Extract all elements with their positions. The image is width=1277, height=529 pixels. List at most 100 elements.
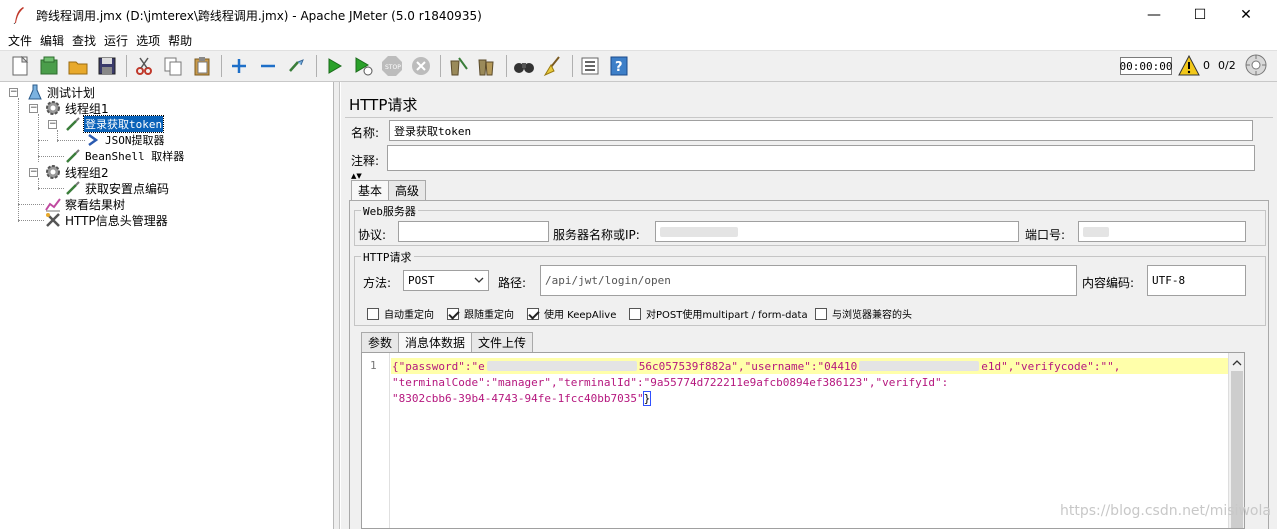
- menu-edit[interactable]: 编辑: [40, 32, 64, 49]
- split-pane-divider[interactable]: [334, 82, 340, 529]
- expand-icon[interactable]: [227, 54, 251, 78]
- reset-search-broom-icon[interactable]: [541, 54, 565, 78]
- menu-search[interactable]: 查找: [72, 32, 96, 49]
- multipart-checkbox[interactable]: 对POST使用multipart / form-data: [629, 306, 808, 321]
- shutdown-icon[interactable]: [409, 54, 433, 78]
- templates-icon[interactable]: [37, 54, 61, 78]
- tree-item-json-extractor[interactable]: JSON提取器: [84, 132, 166, 148]
- maximize-button[interactable]: ☐: [1177, 0, 1223, 30]
- browser-compatible-headers-checkbox[interactable]: 与浏览器兼容的头: [815, 306, 912, 321]
- tree-item-label: 察看结果树: [65, 197, 126, 212]
- auto-redirect-checkbox[interactable]: 自动重定向: [367, 306, 434, 321]
- svg-text:?: ?: [615, 60, 623, 75]
- code-line-3: "8302cbb6-39b4-4743-94fe-1fcc40bb7035"}: [391, 390, 652, 406]
- window-title: 跨线程调用.jmx (D:\jmterex\跨线程调用.jmx) - Apach…: [36, 8, 482, 23]
- tree-item-thread-group-2[interactable]: 线程组2: [44, 164, 110, 180]
- tree-item-label: HTTP信息头管理器: [65, 213, 168, 228]
- watermark: https://blog.csdn.net/misiwola: [1060, 503, 1271, 519]
- minimize-button[interactable]: —: [1131, 0, 1177, 30]
- warning-count: 0: [1203, 59, 1210, 72]
- tree-expander-test-plan[interactable]: −: [9, 88, 18, 97]
- stop-icon[interactable]: STOP: [380, 54, 404, 78]
- checkbox-box: [527, 307, 539, 320]
- comment-input[interactable]: [387, 145, 1255, 171]
- close-button[interactable]: ✕: [1223, 0, 1269, 30]
- encoding-input[interactable]: UTF-8: [1147, 265, 1246, 296]
- encoding-label: 内容编码:: [1082, 276, 1135, 290]
- open-icon[interactable]: [66, 54, 90, 78]
- svg-text:STOP: STOP: [385, 64, 401, 71]
- checkbox-box: [367, 307, 379, 320]
- collapse-icon[interactable]: [256, 54, 280, 78]
- code-fragment: {"password":"e: [392, 359, 485, 373]
- test-plan-tree: − 测试计划 − 线程组1 − 登录获取token JSON提取器 BeanSh…: [0, 82, 334, 529]
- clear-all-icon[interactable]: [475, 54, 499, 78]
- menu-help[interactable]: 帮助: [168, 32, 192, 49]
- wrench-config-icon: [44, 212, 62, 228]
- pipette-sampler-icon: [64, 148, 82, 164]
- start-no-timers-icon[interactable]: [351, 54, 375, 78]
- toggle-icon[interactable]: [285, 54, 309, 78]
- tree-item-view-results-tree[interactable]: 察看结果树: [44, 196, 126, 212]
- copy-icon[interactable]: [161, 54, 185, 78]
- warning-icon[interactable]: [1178, 54, 1200, 77]
- checkbox-label: 使用 KeepAlive: [544, 310, 617, 321]
- menu-bar: 文件 编辑 查找 运行 选项 帮助: [0, 30, 1277, 50]
- code-line-2: "terminalCode":"manager","terminalId":"9…: [391, 374, 948, 390]
- extractor-arrow-icon: [84, 132, 102, 148]
- menu-run[interactable]: 运行: [104, 32, 128, 49]
- save-icon[interactable]: [95, 54, 119, 78]
- tab-basic[interactable]: 基本: [351, 180, 390, 200]
- path-input[interactable]: /api/jwt/login/open: [540, 265, 1077, 296]
- chart-listener-icon: [44, 196, 62, 212]
- tree-expander-thread-group-2[interactable]: −: [29, 168, 38, 177]
- tree-item-beanshell-sampler[interactable]: BeanShell 取样器: [64, 148, 185, 164]
- cut-icon[interactable]: [132, 54, 156, 78]
- method-value: POST: [408, 274, 435, 287]
- redacted-text: [859, 361, 980, 371]
- editor-scrollbar[interactable]: [1228, 353, 1244, 528]
- tab-body-data[interactable]: 消息体数据: [398, 332, 473, 352]
- method-select[interactable]: POST: [403, 270, 489, 291]
- protocol-input[interactable]: [398, 221, 549, 242]
- tab-files-upload[interactable]: 文件上传: [471, 332, 534, 352]
- checkbox-box: [447, 307, 459, 320]
- menu-file[interactable]: 文件: [8, 32, 32, 49]
- code-fragment: 56c057539f882a","username":"04410: [638, 359, 858, 373]
- tab-parameters[interactable]: 参数: [361, 332, 400, 352]
- tab-advanced[interactable]: 高级: [388, 180, 427, 200]
- collapse-arrows-icon[interactable]: ▲▼: [351, 172, 362, 180]
- tree-expander-thread-group-1[interactable]: −: [29, 104, 38, 113]
- server-input[interactable]: [655, 221, 1019, 242]
- name-input[interactable]: 登录获取token: [389, 120, 1253, 141]
- remote-globe-icon[interactable]: [1244, 53, 1268, 77]
- menu-options[interactable]: 选项: [136, 32, 160, 49]
- tree-item-http-header-manager[interactable]: HTTP信息头管理器: [44, 212, 169, 228]
- tree-item-test-plan[interactable]: 测试计划: [26, 84, 96, 100]
- gear-icon: [44, 164, 62, 180]
- tree-expander-login-token[interactable]: −: [48, 120, 57, 129]
- tree-item-get-placement-code[interactable]: 获取安置点编码: [64, 180, 170, 196]
- help-icon[interactable]: ?: [607, 54, 631, 78]
- paste-icon[interactable]: [190, 54, 214, 78]
- checkbox-label: 跟随重定向: [464, 310, 514, 321]
- clear-icon[interactable]: [446, 54, 470, 78]
- search-binoculars-icon[interactable]: [512, 54, 536, 78]
- port-input[interactable]: [1078, 221, 1246, 242]
- keepalive-checkbox[interactable]: 使用 KeepAlive: [527, 306, 616, 321]
- chevron-up-icon[interactable]: [1232, 357, 1242, 367]
- toolbar-separator: [126, 55, 127, 77]
- new-icon[interactable]: [8, 54, 32, 78]
- flask-icon: [26, 84, 44, 100]
- http-request-group-title: HTTP请求: [361, 249, 414, 265]
- start-icon[interactable]: [322, 54, 346, 78]
- function-helper-list-icon[interactable]: [578, 54, 602, 78]
- jmeter-feather-icon: [8, 4, 30, 26]
- tree-item-login-token[interactable]: 登录获取token: [64, 115, 165, 133]
- server-label: 服务器名称或IP:: [553, 228, 640, 242]
- port-label: 端口号:: [1025, 228, 1066, 242]
- checkbox-box: [815, 307, 827, 320]
- tree-item-thread-group-1[interactable]: 线程组1: [44, 100, 110, 116]
- follow-redirects-checkbox[interactable]: 跟随重定向: [447, 306, 514, 321]
- chevron-down-icon: [474, 275, 484, 285]
